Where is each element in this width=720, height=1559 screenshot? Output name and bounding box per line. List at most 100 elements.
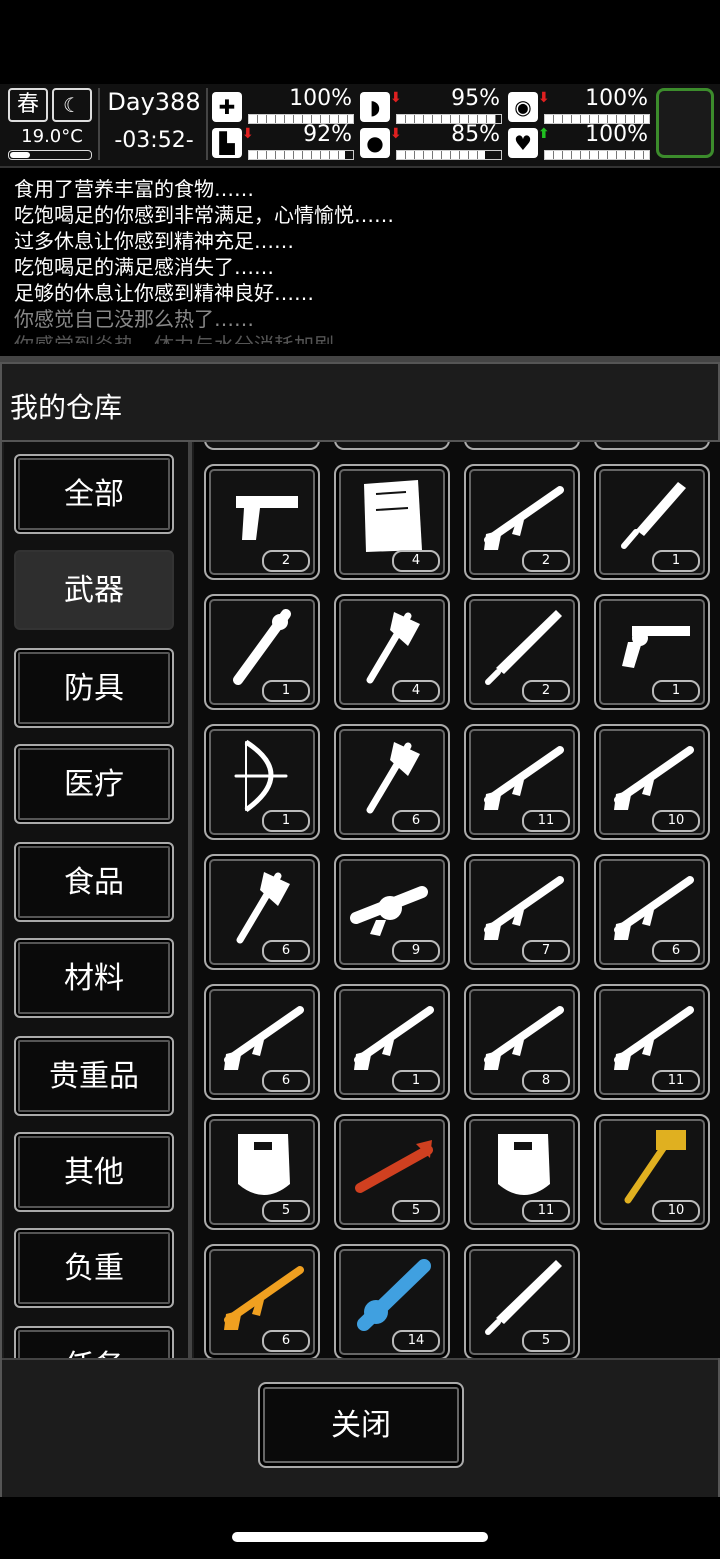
category-medical[interactable]: 医疗	[14, 744, 174, 824]
category-food[interactable]: 食品	[14, 842, 174, 922]
item-count-badge: 1	[652, 550, 700, 572]
item-count-badge: 1	[262, 810, 310, 832]
moon-icon: ☾	[52, 88, 92, 122]
item-slot-hunting-rifle[interactable]: 10	[594, 724, 710, 840]
item-grid[interactable]: 2 4 2 1 1 4 2 1 1 6 11 10 6 9 7 6 6 1 8 11 5 5 11 10 6 14 5	[194, 442, 720, 1358]
item-count-badge: 4	[392, 550, 440, 572]
stat-hunger: ◗ ⬇ 95%	[360, 86, 502, 124]
stomach-icon: ◗	[360, 92, 390, 122]
item-count-badge: 6	[262, 940, 310, 962]
item-slot-partial[interactable]	[204, 442, 320, 450]
item-slot-bolt-rifle[interactable]: 11	[464, 724, 580, 840]
equipped-slot[interactable]	[656, 88, 714, 158]
arrow-up-icon: ⬆	[538, 126, 550, 142]
arrow-down-icon: ⬇	[390, 90, 402, 106]
category-armor[interactable]: 防具	[14, 648, 174, 728]
item-slot-great-sword[interactable]: 5	[464, 1244, 580, 1358]
category-valuables[interactable]: 贵重品	[14, 1036, 174, 1116]
day-counter: Day388	[107, 88, 201, 116]
item-slot-map[interactable]: 4	[334, 464, 450, 580]
log-line: 你感觉到炎热，体力与水分消耗加剧……	[14, 332, 714, 344]
medkit-icon: ✚	[212, 92, 242, 122]
item-slot-spiked-club[interactable]: 1	[204, 594, 320, 710]
item-slot-pump-shotgun[interactable]: 8	[464, 984, 580, 1100]
item-slot-revolver[interactable]: 1	[594, 594, 710, 710]
item-slot-partial[interactable]	[334, 442, 450, 450]
item-count-badge: 6	[392, 810, 440, 832]
item-slot-rocket-launcher[interactable]: 5	[334, 1114, 450, 1230]
category-weapons[interactable]: 武器	[14, 550, 174, 630]
arrow-down-icon: ⬇	[242, 126, 254, 142]
log-line: 吃饱喝足的你感到非常满足，心情愉悦……	[14, 203, 394, 227]
item-count-badge: 10	[652, 1200, 700, 1222]
item-slot-machete[interactable]: 1	[594, 464, 710, 580]
item-count-badge: 2	[522, 550, 570, 572]
home-indicator[interactable]	[232, 1532, 488, 1542]
item-slot-war-hammer[interactable]: 10	[594, 1114, 710, 1230]
item-count-badge: 11	[652, 1070, 700, 1092]
item-count-badge: 1	[262, 680, 310, 702]
message-log: 食用了营养丰富的食物…… 吃饱喝足的你感到非常满足，心情愉悦…… 过多休息让你感…	[14, 176, 714, 344]
category-materials[interactable]: 材料	[14, 938, 174, 1018]
stat-thirst: ● ⬇ 85%	[360, 122, 502, 160]
item-slot-carbine[interactable]: 6	[594, 854, 710, 970]
divider	[206, 88, 208, 160]
item-slot-pistol[interactable]: 2	[204, 464, 320, 580]
item-slot-riot-shield[interactable]: 5	[204, 1114, 320, 1230]
item-count-badge: 7	[522, 940, 570, 962]
log-line: 吃饱喝足的满足感消失了……	[14, 255, 274, 279]
item-count-badge: 6	[262, 1330, 310, 1352]
item-count-badge: 1	[652, 680, 700, 702]
item-slot-battle-rifle[interactable]: 11	[594, 984, 710, 1100]
stat-health: ✚ 100%	[212, 86, 354, 124]
item-slot-fire-axe[interactable]: 6	[334, 724, 450, 840]
item-slot-axe[interactable]: 6	[204, 854, 320, 970]
log-line: 过多休息让你感到精神充足……	[14, 229, 294, 253]
stat-value: 100%	[289, 86, 352, 111]
stat-value: 92%	[303, 122, 352, 147]
log-line: 食用了营养丰富的食物……	[14, 177, 254, 201]
stat-mood: ♥ ⬆ 100%	[508, 122, 650, 160]
item-count-badge: 5	[522, 1330, 570, 1352]
item-slot-blaster-gun[interactable]: 6	[204, 1244, 320, 1358]
heart-icon: ♥	[508, 128, 538, 158]
divider	[98, 88, 100, 160]
category-all[interactable]: 全部	[14, 454, 174, 534]
item-count-badge: 5	[262, 1200, 310, 1222]
item-count-badge: 5	[392, 1200, 440, 1222]
game-clock: -03:52-	[114, 128, 194, 153]
log-line: 你感觉自己没那么热了……	[14, 307, 254, 331]
panel-footer: 关闭	[2, 1358, 718, 1497]
season-indicator: 春	[8, 88, 48, 122]
category-quest[interactable]: 任务	[14, 1326, 174, 1358]
stat-value: 100%	[585, 86, 648, 111]
item-slot-partial[interactable]	[594, 442, 710, 450]
category-list[interactable]: 全部 武器 防具 医疗 食品 材料 贵重品 其他 负重 任务	[4, 442, 188, 1358]
item-slot-tactical-rifle[interactable]: 1	[334, 984, 450, 1100]
item-count-badge: 4	[392, 680, 440, 702]
item-count-badge: 2	[522, 680, 570, 702]
stat-stamina: ▙ ⬇ 92%	[212, 122, 354, 160]
item-slot-assault-rifle[interactable]: 6	[204, 984, 320, 1100]
item-count-badge: 8	[522, 1070, 570, 1092]
item-slot-minigun[interactable]: 14	[334, 1244, 450, 1358]
item-slot-grenade-launcher[interactable]: 9	[334, 854, 450, 970]
item-slot-shotgun[interactable]: 7	[464, 854, 580, 970]
item-count-badge: 6	[262, 1070, 310, 1092]
close-button[interactable]: 关闭	[258, 1382, 464, 1468]
item-count-badge: 2	[262, 550, 310, 572]
item-count-badge: 11	[522, 810, 570, 832]
item-slot-partial[interactable]	[464, 442, 580, 450]
item-count-badge: 1	[392, 1070, 440, 1092]
category-other[interactable]: 其他	[14, 1132, 174, 1212]
item-slot-bow[interactable]: 1	[204, 724, 320, 840]
category-carry[interactable]: 负重	[14, 1228, 174, 1308]
item-slot-hatchet[interactable]: 4	[334, 594, 450, 710]
item-count-badge: 14	[392, 1330, 440, 1352]
stat-value: 85%	[451, 122, 500, 147]
item-slot-rifle[interactable]: 2	[464, 464, 580, 580]
log-line: 足够的休息让你感到精神良好……	[14, 281, 314, 305]
arrow-down-icon: ⬇	[390, 126, 402, 142]
item-slot-armored-shield[interactable]: 11	[464, 1114, 580, 1230]
item-slot-sword[interactable]: 2	[464, 594, 580, 710]
